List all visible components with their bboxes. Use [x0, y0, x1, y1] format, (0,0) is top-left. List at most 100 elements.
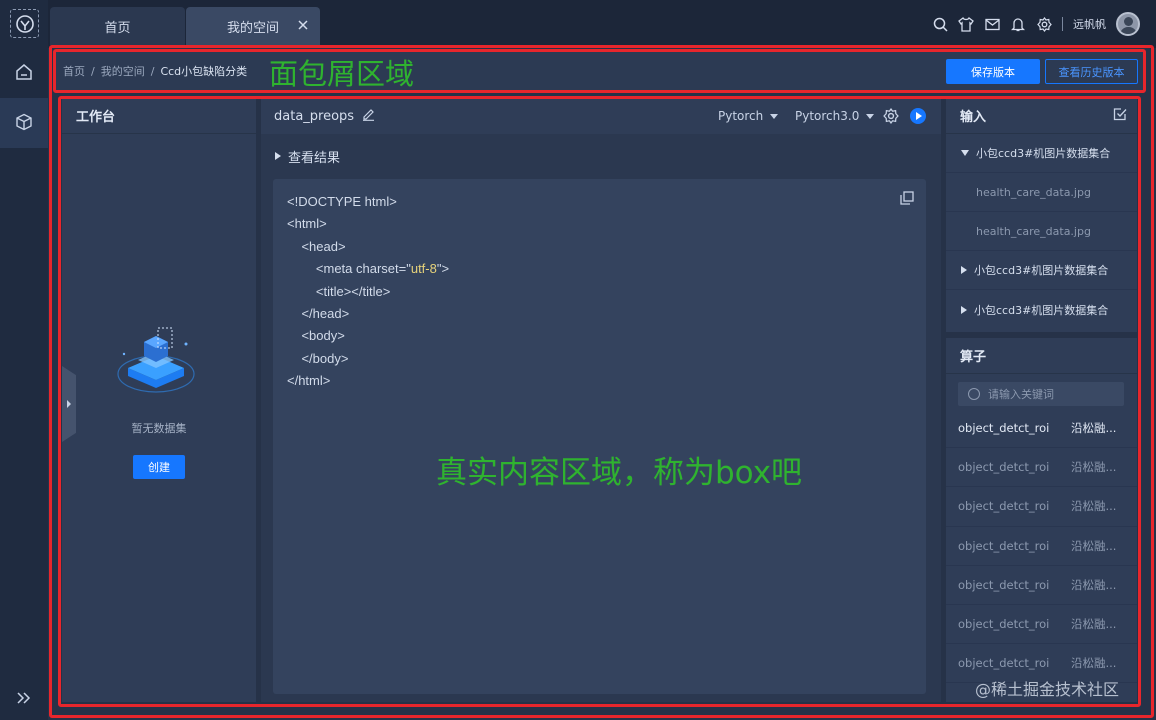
operator-item[interactable]: object_detct_roi 沿松融... [946, 409, 1137, 449]
file-name-text: data_preops [274, 108, 355, 124]
operator-author: 沿松融... [1071, 538, 1117, 553]
breadcrumb-separator: / [150, 64, 155, 78]
version-value: Pytorch3.0 [795, 109, 860, 123]
dataset-group-label: 小包ccd3#机图片数据集合 [974, 303, 1109, 317]
breadcrumb-bar: 首页 / 我的空间 / Ccd小包缺陷分类 面包屑区域 保存版本 查看历史版本 [55, 51, 1143, 91]
dataset-group-label: 小包ccd3#机图片数据集合 [976, 147, 1111, 160]
operator-list: object_detct_roi 沿松融... object_detct_roi 沿… [946, 409, 1137, 684]
operator-name: object_detct_roi [958, 617, 1050, 632]
code-line: <html> [287, 216, 327, 232]
breadcrumb-item[interactable]: 首页 [63, 63, 85, 79]
code-line: </head> [287, 305, 350, 321]
editor-header: data_preops Pytorch Pytorch3.0 [261, 98, 941, 134]
view-results-toggle[interactable]: 查看结果 [275, 146, 340, 166]
header-actions: 远帆帆 [932, 11, 1140, 37]
operator-author: 沿松融... [1071, 656, 1117, 671]
close-icon[interactable] [296, 18, 310, 32]
content-area-annotation: 真实内容区域，称为box吧 [436, 455, 803, 491]
save-version-button[interactable]: 保存版本 [946, 59, 1040, 84]
dataset-file[interactable]: health_care_data.jpg [946, 212, 1137, 251]
rail-home[interactable] [0, 48, 48, 98]
framework-value: Pytorch [718, 109, 764, 123]
code-line: <meta charset="utf-8"> [287, 261, 450, 277]
framework-select[interactable]: Pytorch [718, 98, 779, 134]
operator-author: 沿松融... [1071, 499, 1117, 514]
mail-icon[interactable] [984, 16, 1000, 32]
box-icon [15, 113, 33, 134]
search-icon[interactable] [932, 16, 948, 32]
workbench-title: 工作台 [62, 98, 256, 134]
input-panel-header: 输入 [946, 98, 1137, 134]
run-icon[interactable] [910, 108, 926, 124]
caret-right-icon [961, 305, 967, 314]
breadcrumb-item[interactable]: 我的空间 [101, 63, 145, 79]
create-button[interactable]: 创建 [133, 455, 185, 479]
operator-name: object_detct_roi [958, 577, 1050, 592]
avatar[interactable] [1116, 12, 1140, 36]
top-bar: 首页 我的空间 远帆帆 [48, 0, 1156, 48]
gear-icon[interactable] [883, 108, 899, 124]
tab-my-space[interactable]: 我的空间 [186, 7, 320, 45]
collapse-icon[interactable] [14, 688, 34, 708]
operator-item[interactable]: object_detct_roi 沿松融... [946, 605, 1137, 645]
chevron-down-icon [866, 113, 875, 119]
operator-author: 沿松融... [1071, 421, 1117, 436]
operator-item[interactable]: object_detct_roi 沿松融... [946, 448, 1137, 488]
version-select[interactable]: Pytorch3.0 [795, 98, 875, 134]
workbench-panel: 工作台 暂无数据集 创建 [62, 98, 256, 702]
gear-icon[interactable] [1036, 16, 1052, 32]
caret-right-icon [275, 152, 281, 160]
code-line: <head> [287, 238, 346, 254]
watermark: @稀土掘金技术社区 [975, 680, 1120, 699]
breadcrumb-annotation: 面包屑区域 [269, 57, 415, 91]
shirt-icon[interactable] [958, 16, 974, 32]
view-results-label: 查看结果 [288, 150, 341, 166]
editor-panel: data_preops Pytorch Pytorch3.0 查看结果 <!DO… [261, 98, 941, 702]
tab-label: 首页 [104, 20, 131, 36]
search-placeholder: 请输入关键词 [988, 388, 1054, 401]
breadcrumb-separator: / [91, 64, 95, 78]
username[interactable]: 远帆帆 [1073, 16, 1106, 32]
edit-icon[interactable] [362, 108, 375, 125]
file-name: data_preops [274, 98, 375, 134]
breadcrumb: 首页 / 我的空间 / Ccd小包缺陷分类 [63, 51, 247, 91]
operator-panel-title: 算子 [946, 338, 1137, 374]
bell-icon[interactable] [1010, 16, 1026, 32]
breadcrumb-current: Ccd小包缺陷分类 [160, 65, 248, 78]
view-history-button[interactable]: 查看历史版本 [1045, 59, 1138, 84]
tab-home[interactable]: 首页 [50, 7, 185, 45]
operator-item[interactable]: object_detct_roi 沿松融... [946, 487, 1137, 527]
chevron-down-icon [770, 113, 779, 119]
operator-name: object_detct_roi [958, 538, 1050, 553]
caret-down-icon [961, 150, 969, 156]
code-lines: <!DOCTYPE html> <html> <head> <meta char… [287, 191, 449, 393]
operator-author: 沿松融... [1071, 460, 1117, 475]
dataset-file[interactable]: health_care_data.jpg [946, 173, 1137, 212]
operator-item[interactable]: object_detct_roi 沿松融... [946, 527, 1137, 566]
code-line: </html> [287, 373, 331, 389]
check-square-icon[interactable] [1113, 107, 1127, 125]
operator-name: object_detct_roi [958, 499, 1050, 514]
operator-author: 沿松融... [1071, 617, 1117, 632]
copy-icon[interactable] [900, 191, 914, 205]
dataset-group-label: 小包ccd3#机图片数据集合 [974, 264, 1109, 277]
left-rail [0, 0, 48, 720]
dataset-group[interactable]: 小包ccd3#机图片数据集合 [946, 251, 1137, 290]
operator-search-input[interactable]: 请输入关键词 [958, 382, 1124, 406]
operator-name: object_detct_roi [958, 656, 1050, 671]
code-editor[interactable]: <!DOCTYPE html> <html> <head> <meta char… [273, 179, 926, 694]
dataset-group[interactable]: 小包ccd3#机图片数据集合 [946, 134, 1137, 173]
operator-author: 沿松融... [1071, 577, 1117, 592]
empty-dataset-illustration [114, 324, 198, 400]
operator-item[interactable]: object_detct_roi 沿松融... [946, 566, 1137, 605]
input-panel-title: 输入 [960, 110, 987, 125]
search-icon [968, 388, 980, 400]
empty-dataset-text: 暂无数据集 [131, 422, 187, 435]
rail-models[interactable] [0, 98, 48, 148]
input-panel: 输入 小包ccd3#机图片数据集合 health_care_data.jpg h… [946, 98, 1137, 332]
code-line: <!DOCTYPE html> [287, 194, 397, 209]
code-line: <title></title> [287, 283, 391, 299]
logo-icon[interactable] [10, 9, 39, 38]
operator-name: object_detct_roi [958, 421, 1050, 436]
dataset-group[interactable]: 小包ccd3#机图片数据集合 [946, 290, 1137, 329]
